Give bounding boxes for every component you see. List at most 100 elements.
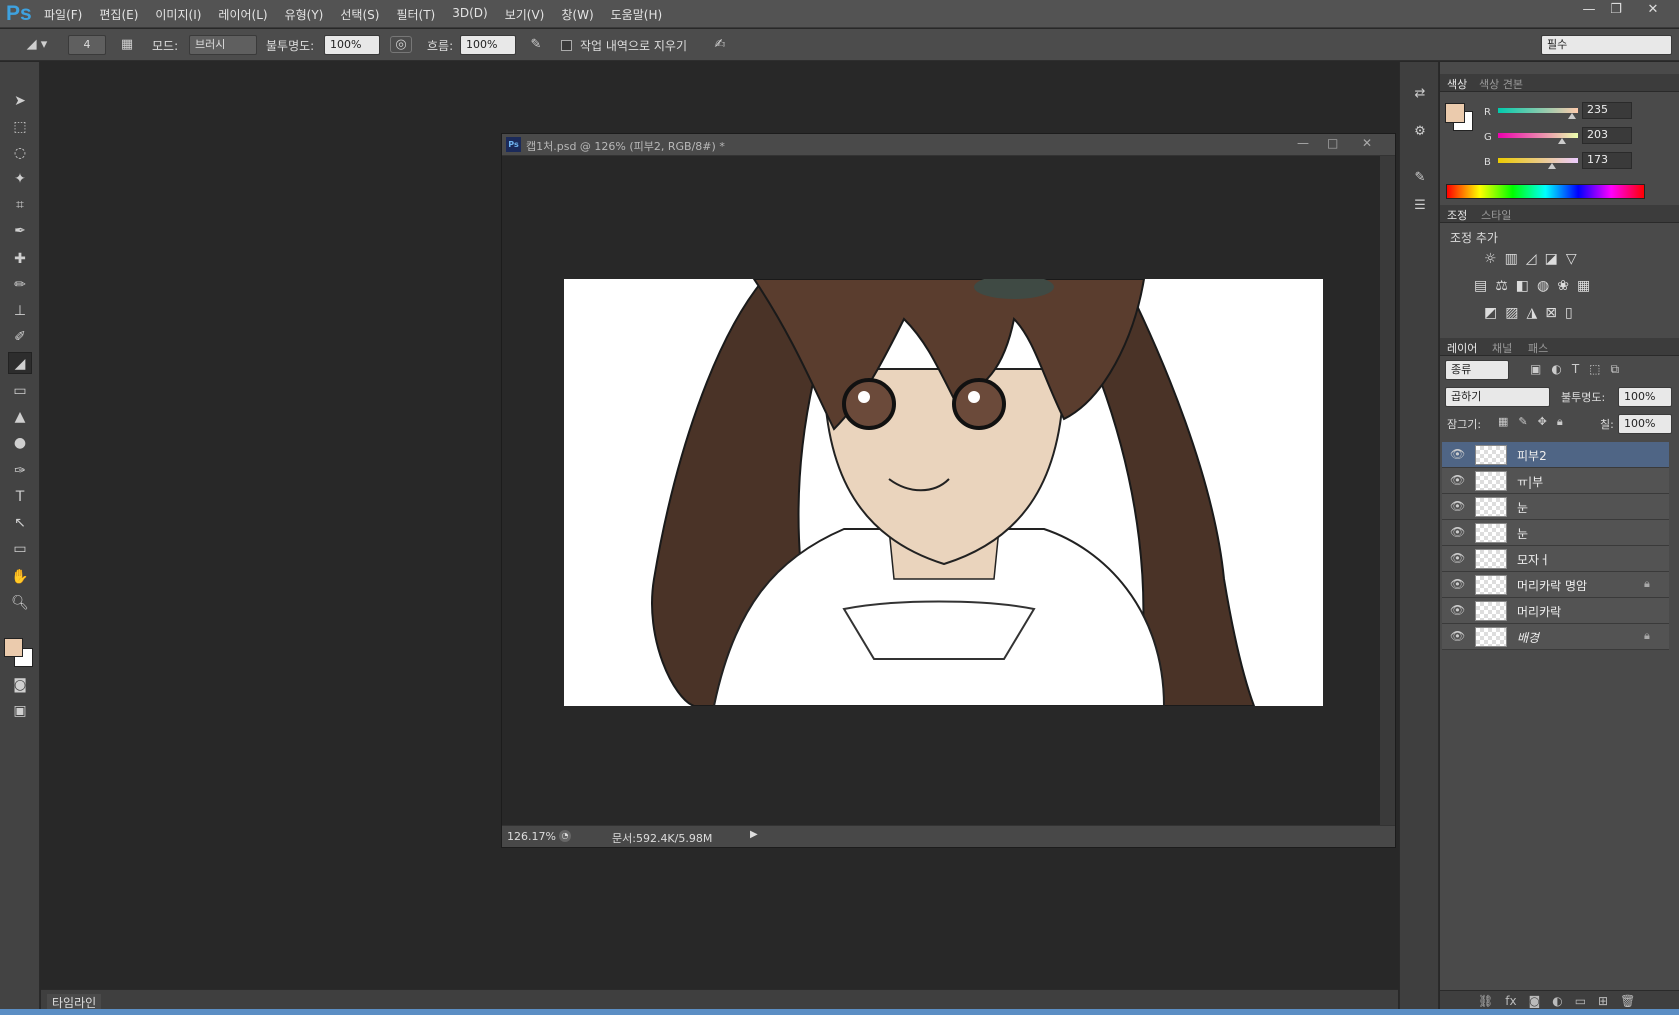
fill-input[interactable]: 100%: [1618, 414, 1672, 434]
layer-name[interactable]: 모자ㅓ: [1517, 551, 1550, 568]
menu-select[interactable]: 선택(S): [340, 6, 379, 23]
fx-icon[interactable]: fx: [1505, 994, 1516, 1008]
smart-filter-icon[interactable]: ⧉: [1611, 362, 1620, 377]
menu-window[interactable]: 창(W): [561, 6, 593, 23]
layer-name[interactable]: 눈: [1517, 525, 1528, 542]
layer-row[interactable]: 👁︎ 머리카락 명암 🔒︎: [1442, 572, 1669, 598]
screen-mode-icon[interactable]: ▣: [8, 700, 32, 722]
canvas-image[interactable]: [564, 279, 1323, 706]
restore-button[interactable]: ❐: [1603, 1, 1629, 19]
vibrance-icon[interactable]: ▽: [1566, 251, 1577, 267]
type-tool-icon[interactable]: T: [8, 486, 32, 508]
tab-adjustments[interactable]: 조정: [1447, 207, 1467, 223]
lock-paint-icon[interactable]: ✎: [1518, 415, 1527, 429]
add-mask-icon[interactable]: ◙: [1529, 994, 1541, 1008]
channel-g-value[interactable]: 203: [1582, 127, 1632, 144]
shape-filter-icon[interactable]: ⬚: [1589, 362, 1600, 377]
visibility-eye-icon[interactable]: 👁︎: [1450, 499, 1465, 513]
zoom-level[interactable]: 126.17%: [507, 830, 556, 843]
path-select-tool-icon[interactable]: ↖: [8, 512, 32, 534]
pressure-opacity-icon[interactable]: ◎: [390, 36, 412, 53]
pixel-filter-icon[interactable]: ▣: [1530, 362, 1541, 377]
menu-edit[interactable]: 편집(E): [99, 6, 138, 23]
menu-filter[interactable]: 필터(T): [396, 6, 435, 23]
layer-row[interactable]: 👁︎ 눈: [1442, 494, 1669, 520]
invert-icon[interactable]: ◩: [1484, 305, 1497, 321]
layer-row[interactable]: 👁︎ 눈: [1442, 520, 1669, 546]
mode-select[interactable]: 브러시: [189, 35, 257, 55]
brush-size-picker[interactable]: 4: [68, 35, 106, 55]
black-white-icon[interactable]: ◧: [1516, 278, 1529, 294]
history-panel-icon[interactable]: ⇄: [1409, 86, 1431, 101]
status-info-icon[interactable]: ◔: [559, 830, 571, 842]
doc-maximize-icon[interactable]: □: [1327, 136, 1338, 150]
tab-layers[interactable]: 레이어: [1447, 340, 1477, 356]
doc-minimize-icon[interactable]: —: [1297, 136, 1309, 150]
new-group-icon[interactable]: ▭: [1575, 994, 1586, 1008]
channel-b-slider[interactable]: [1498, 158, 1578, 169]
tab-paths[interactable]: 패스: [1528, 340, 1548, 356]
posterize-icon[interactable]: ▨: [1505, 305, 1518, 321]
eraser-tool-icon[interactable]: ◢: [8, 352, 32, 374]
erase-history-checkbox[interactable]: [561, 40, 572, 51]
lasso-tool-icon[interactable]: ◌: [8, 142, 32, 164]
layer-name[interactable]: 머리카락 명암: [1517, 577, 1587, 594]
layer-filter-select[interactable]: 종류: [1445, 360, 1509, 380]
foreground-color-swatch[interactable]: [4, 638, 23, 657]
minimize-button[interactable]: —: [1576, 1, 1602, 19]
layer-name[interactable]: 눈: [1517, 499, 1528, 516]
workspace-select[interactable]: 필수: [1541, 35, 1672, 55]
airbrush-icon[interactable]: ✎: [526, 37, 546, 52]
properties-panel-icon[interactable]: ☰: [1409, 198, 1431, 213]
tab-channels[interactable]: 채널: [1492, 340, 1512, 356]
layer-row[interactable]: 👁︎ 모자ㅓ: [1442, 546, 1669, 572]
rectangle-tool-icon[interactable]: ▭: [8, 538, 32, 560]
menu-image[interactable]: 이미지(I): [155, 6, 201, 23]
color-balance-icon[interactable]: ⚖: [1495, 278, 1508, 294]
quick-select-tool-icon[interactable]: ✦: [8, 168, 32, 190]
quick-mask-icon[interactable]: ◙: [8, 674, 32, 696]
selective-color-icon[interactable]: ⊠: [1545, 305, 1557, 321]
layer-row[interactable]: 👁︎ 머리카락: [1442, 598, 1669, 624]
menu-3d[interactable]: 3D(D): [452, 6, 487, 23]
marquee-tool-icon[interactable]: ⬚: [8, 116, 32, 138]
levels-icon[interactable]: ▥: [1505, 251, 1518, 267]
crop-tool-icon[interactable]: ⌗: [8, 194, 32, 216]
curves-icon[interactable]: ◿: [1526, 251, 1537, 267]
menu-layer[interactable]: 레이어(L): [218, 6, 267, 23]
channel-r-value[interactable]: 235: [1582, 102, 1632, 119]
layer-row[interactable]: 👁︎ 배경 🔒︎: [1442, 624, 1669, 650]
color-fg-swatch[interactable]: [1445, 103, 1465, 123]
channel-r-thumb[interactable]: [1567, 113, 1576, 119]
visibility-eye-icon[interactable]: 👁︎: [1450, 629, 1465, 643]
type-filter-icon[interactable]: T: [1572, 362, 1579, 377]
channel-mixer-icon[interactable]: ❀: [1557, 278, 1569, 294]
gradient-map-icon[interactable]: ▯: [1565, 305, 1573, 321]
layer-name[interactable]: 머리카락: [1517, 603, 1561, 620]
layer-row[interactable]: 👁︎ 피부2: [1442, 442, 1669, 468]
color-lookup-icon[interactable]: ▦: [1577, 278, 1590, 294]
brightness-icon[interactable]: ☼: [1484, 251, 1497, 267]
history-brush-tool-icon[interactable]: ✐: [8, 326, 32, 348]
layers-opacity-input[interactable]: 100%: [1618, 387, 1672, 407]
hand-tool-icon[interactable]: ✋: [8, 566, 32, 588]
gradient-tool-icon[interactable]: ▭: [8, 380, 32, 402]
exposure-icon[interactable]: ◪: [1545, 251, 1558, 267]
layer-name[interactable]: 피부2: [1517, 447, 1547, 464]
menu-type[interactable]: 유형(Y): [285, 6, 324, 23]
new-adjustment-icon[interactable]: ◐: [1552, 994, 1562, 1008]
channel-b-value[interactable]: 173: [1582, 152, 1632, 169]
tab-swatches[interactable]: 색상 견본: [1479, 76, 1523, 92]
channel-g-slider[interactable]: [1498, 133, 1578, 144]
visibility-eye-icon[interactable]: 👁︎: [1450, 551, 1465, 565]
status-menu-arrow-icon[interactable]: ▶: [750, 829, 758, 840]
document-title-bar[interactable]: Ps 캡1처.psd @ 126% (피부2, RGB/8#) * — □ ✕: [502, 134, 1395, 156]
adjust-filter-icon[interactable]: ◐: [1551, 362, 1561, 377]
actions-panel-icon[interactable]: ⚙: [1409, 124, 1431, 139]
move-tool-icon[interactable]: ➤: [8, 90, 32, 112]
color-spectrum-bar[interactable]: [1446, 184, 1645, 199]
channel-r-slider[interactable]: [1498, 108, 1578, 119]
layer-name[interactable]: 배경: [1517, 629, 1539, 646]
photo-filter-icon[interactable]: ◍: [1537, 278, 1549, 294]
visibility-eye-icon[interactable]: 👁︎: [1450, 603, 1465, 617]
